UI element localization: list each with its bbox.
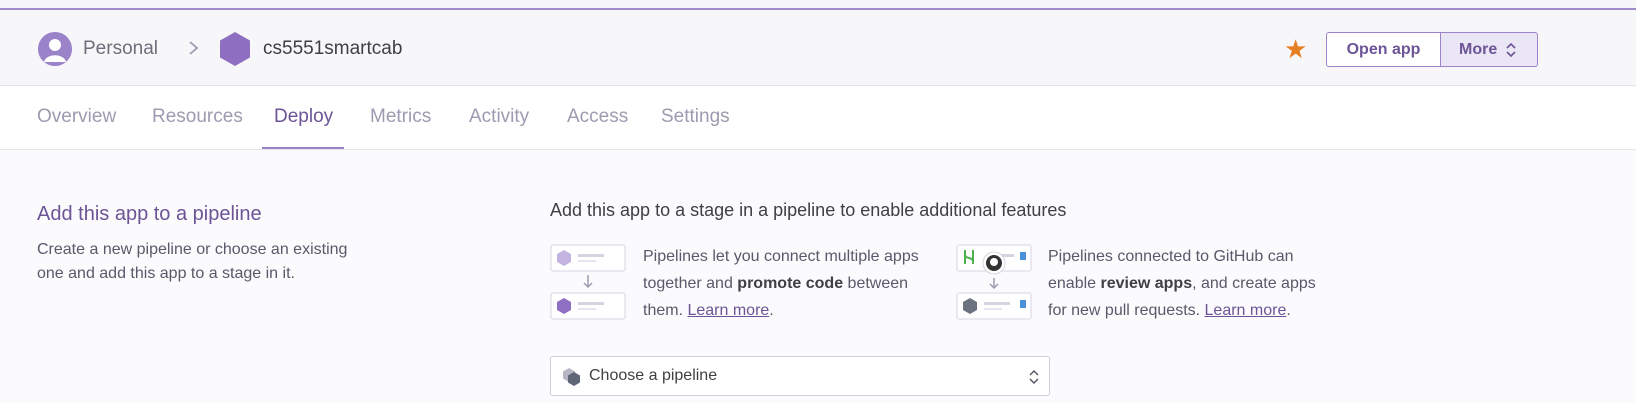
pipeline-promote-illustration-icon: [550, 244, 626, 320]
feature-promote-end: .: [769, 302, 774, 319]
pipeline-icon: [563, 368, 580, 386]
learn-more-link-promote[interactable]: Learn more: [687, 302, 769, 319]
more-button-label: More: [1459, 40, 1498, 58]
tab-resources[interactable]: Resources: [152, 106, 243, 128]
breadcrumb-chevron-icon: [189, 41, 199, 55]
tab-access[interactable]: Access: [567, 106, 628, 128]
feature-promote-bold: promote code: [737, 275, 844, 292]
chevron-updown-icon: [1029, 369, 1039, 385]
app-header: Personal cs5551smartcab ★ Open app More: [0, 10, 1636, 86]
pipeline-subtitle: Add this app to a stage in a pipeline to…: [550, 200, 1067, 220]
feature-github-bold: review apps: [1100, 275, 1193, 292]
header-actions: Open app More: [1326, 32, 1538, 67]
app-tabs: Overview Resources Deploy Metrics Activi…: [0, 86, 1636, 150]
tab-deploy[interactable]: Deploy: [274, 106, 333, 128]
chevron-updown-icon: [1506, 42, 1516, 57]
more-button[interactable]: More: [1441, 32, 1538, 67]
breadcrumb-app-name[interactable]: cs5551smartcab: [263, 38, 402, 60]
favorite-star-icon[interactable]: ★: [1284, 36, 1307, 62]
choose-pipeline-label: Choose a pipeline: [589, 367, 718, 384]
personal-avatar-icon[interactable]: [38, 32, 72, 66]
pipeline-github-illustration-icon: [956, 244, 1032, 320]
feature-github-text: Pipelines connected to GitHub can enable…: [1048, 243, 1338, 324]
tab-activity[interactable]: Activity: [469, 106, 529, 128]
choose-pipeline-select[interactable]: Choose a pipeline: [550, 356, 1050, 396]
deploy-content: Add this app to a pipeline Create a new …: [0, 150, 1636, 403]
open-app-button[interactable]: Open app: [1326, 32, 1441, 67]
learn-more-link-github[interactable]: Learn more: [1205, 302, 1287, 319]
feature-github-end: .: [1286, 302, 1291, 319]
active-tab-indicator: [262, 147, 344, 149]
section-description: Create a new pipeline or choose an exist…: [37, 241, 348, 282]
tab-metrics[interactable]: Metrics: [370, 106, 431, 128]
tab-overview[interactable]: Overview: [37, 106, 116, 128]
tab-settings[interactable]: Settings: [661, 106, 730, 128]
section-title: Add this app to a pipeline: [37, 203, 262, 225]
breadcrumb-personal[interactable]: Personal: [83, 38, 158, 60]
top-accent-bar: [0, 0, 1636, 10]
feature-promote-text: Pipelines let you connect multiple apps …: [643, 243, 933, 324]
app-hexagon-icon: [220, 32, 250, 66]
